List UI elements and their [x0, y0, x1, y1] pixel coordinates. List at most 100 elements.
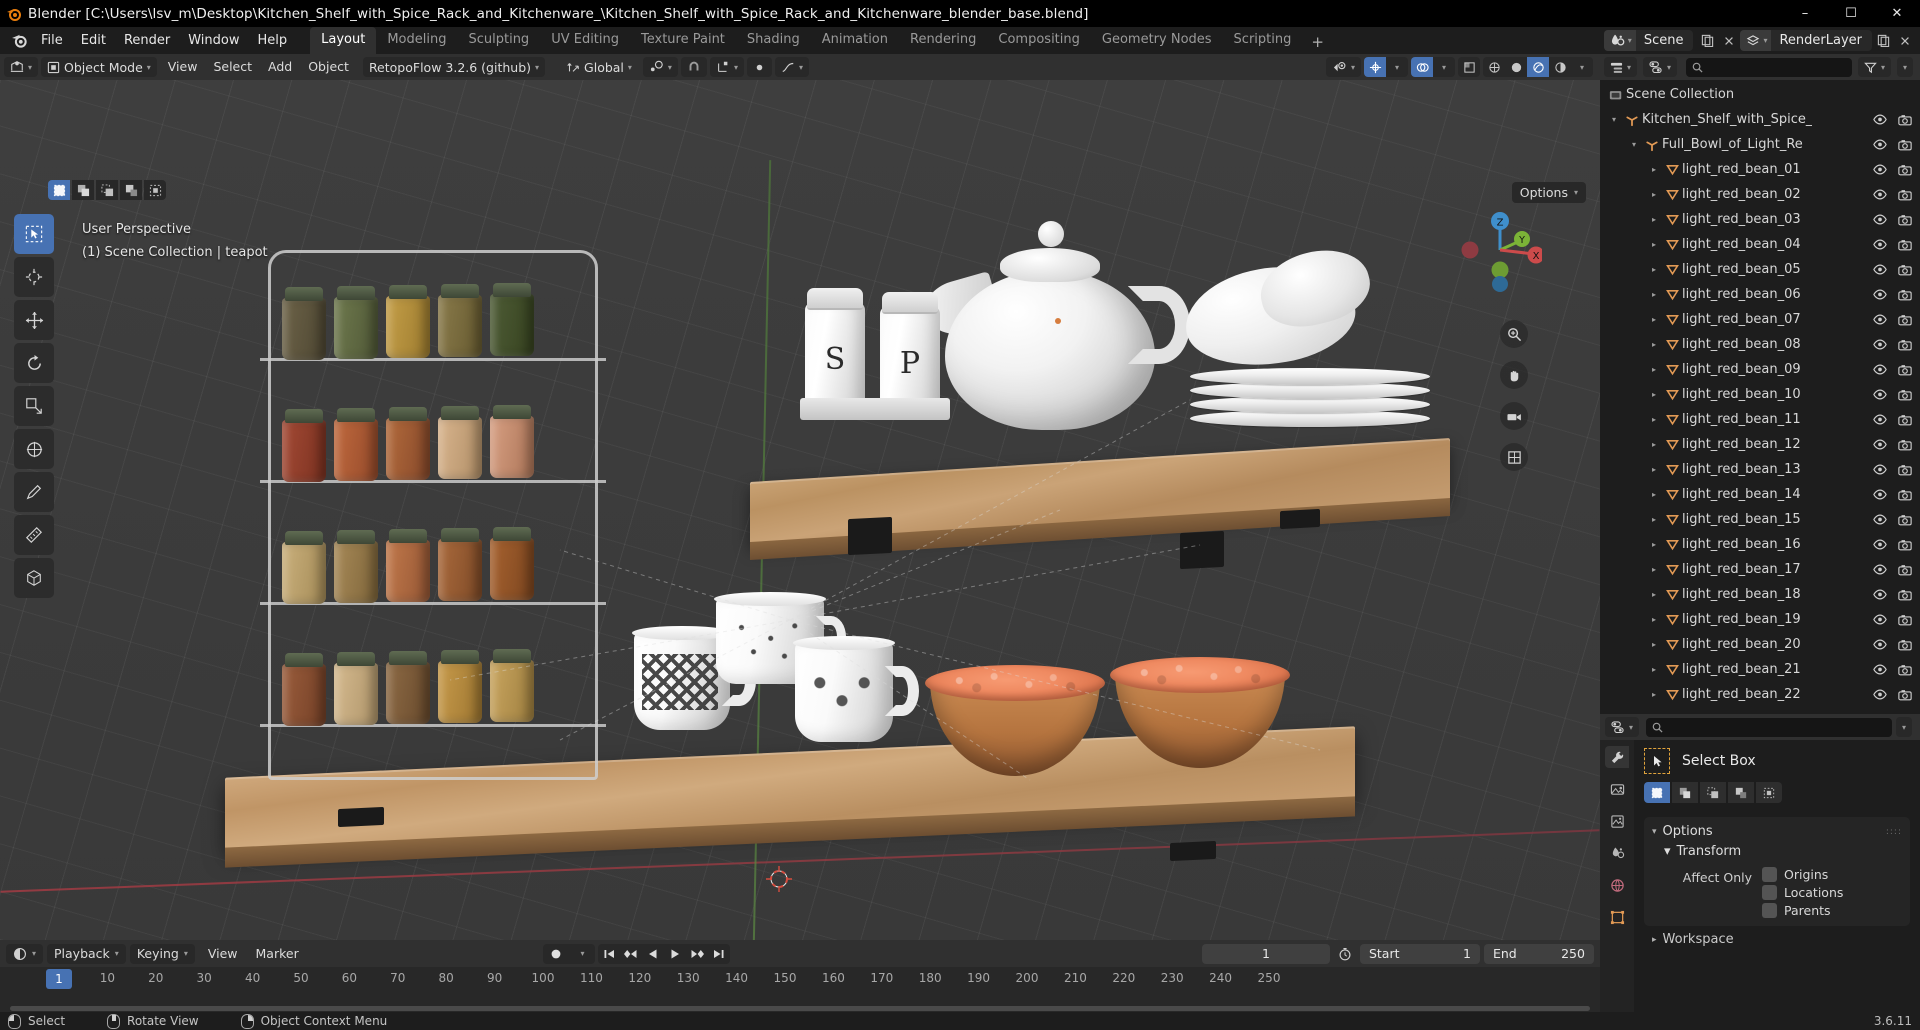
- viewport-menu-view[interactable]: View: [160, 57, 206, 77]
- outliner-row[interactable]: ▸ light_red_bean_04: [1600, 232, 1920, 257]
- expand-toggle-icon[interactable]: ▸: [1646, 340, 1662, 349]
- disable-render-icon[interactable]: [1898, 464, 1912, 476]
- disable-render-icon[interactable]: [1898, 339, 1912, 351]
- expand-toggle-icon[interactable]: ▸: [1646, 390, 1662, 399]
- hide-viewport-icon[interactable]: [1873, 339, 1887, 350]
- delete-scene-icon[interactable]: [1718, 30, 1740, 51]
- hide-viewport-icon[interactable]: [1873, 314, 1887, 325]
- expand-toggle-icon[interactable]: ▸: [1646, 440, 1662, 449]
- select-extend-mode-button[interactable]: [72, 180, 94, 200]
- outliner-tree[interactable]: Scene Collection ▾ Kitchen_Shelf_with_Spic…: [1600, 80, 1920, 714]
- outliner-row[interactable]: ▸ light_red_bean_13: [1600, 457, 1920, 482]
- proportional-editing-toggle[interactable]: [746, 57, 772, 77]
- tab-modeling[interactable]: Modeling: [376, 27, 457, 54]
- scene-selector[interactable]: ▾ Scene: [1603, 30, 1694, 51]
- outliner-editor-type-button[interactable]: ▾: [1604, 57, 1638, 77]
- hide-viewport-icon[interactable]: [1873, 164, 1887, 175]
- minimize-button[interactable]: –: [1782, 0, 1828, 27]
- workspace-panel-header[interactable]: ▸ Workspace: [1644, 926, 1910, 947]
- tool-tab[interactable]: [1605, 746, 1629, 768]
- prev-keyframe-button[interactable]: [620, 944, 642, 964]
- hide-viewport-icon[interactable]: [1873, 464, 1887, 475]
- locations-checkbox-row[interactable]: Locations: [1762, 885, 1843, 900]
- maximize-button[interactable]: ☐: [1828, 0, 1874, 27]
- select-invert-mode-button[interactable]: [120, 180, 142, 200]
- add-workspace-button[interactable]: +: [1302, 30, 1333, 54]
- output-tab[interactable]: [1605, 810, 1629, 832]
- new-scene-icon[interactable]: [1696, 30, 1718, 51]
- proportional-falloff-selector[interactable]: ▾: [774, 57, 809, 77]
- select-mode-set[interactable]: [1644, 782, 1670, 803]
- tab-uv-editing[interactable]: UV Editing: [540, 27, 630, 54]
- measure-tool[interactable]: [14, 515, 54, 555]
- next-keyframe-button[interactable]: [686, 944, 708, 964]
- select-subtract-mode-button[interactable]: [96, 180, 118, 200]
- expand-toggle-icon[interactable]: ▸: [1646, 240, 1662, 249]
- menu-edit[interactable]: Edit: [72, 30, 115, 52]
- delete-view-layer-icon[interactable]: [1894, 30, 1916, 51]
- parents-checkbox[interactable]: [1762, 903, 1777, 918]
- zoom-icon[interactable]: [1500, 320, 1528, 348]
- stopwatch-icon[interactable]: [1334, 943, 1356, 964]
- show-overlays-toggle[interactable]: [1411, 57, 1433, 77]
- timeline-menu-marker[interactable]: Marker: [247, 944, 308, 964]
- expand-toggle-icon[interactable]: ▸: [1646, 665, 1662, 674]
- locations-checkbox[interactable]: [1762, 885, 1777, 900]
- select-mode-extend[interactable]: [1672, 782, 1698, 803]
- scale-tool[interactable]: [14, 386, 54, 426]
- disable-render-icon[interactable]: [1898, 139, 1912, 151]
- object-tab[interactable]: [1605, 906, 1629, 928]
- select-mode-subtract[interactable]: [1700, 782, 1726, 803]
- origins-checkbox-row[interactable]: Origins: [1762, 867, 1843, 882]
- navigation-gizmo[interactable]: Z Y X: [1458, 208, 1542, 292]
- expand-toggle-icon[interactable]: ▸: [1646, 540, 1662, 549]
- pivot-point-selector[interactable]: ▾: [642, 57, 678, 77]
- hide-viewport-icon[interactable]: [1873, 389, 1887, 400]
- current-frame-field[interactable]: 1: [1201, 943, 1330, 964]
- camera-view-icon[interactable]: [1500, 402, 1528, 430]
- disable-render-icon[interactable]: [1898, 264, 1912, 276]
- outliner-row[interactable]: ▾ Kitchen_Shelf_with_Spice_: [1600, 107, 1920, 132]
- disable-render-icon[interactable]: [1898, 314, 1912, 326]
- expand-toggle-icon[interactable]: ▸: [1646, 565, 1662, 574]
- hide-viewport-icon[interactable]: [1873, 439, 1887, 450]
- expand-toggle-icon[interactable]: ▸: [1646, 315, 1662, 324]
- interaction-mode-selector[interactable]: Object Mode ▾: [41, 57, 157, 77]
- disable-render-icon[interactable]: [1898, 664, 1912, 676]
- outliner-row[interactable]: ▸ light_red_bean_01: [1600, 157, 1920, 182]
- outliner-row[interactable]: ▸ light_red_bean_09: [1600, 357, 1920, 382]
- hide-viewport-icon[interactable]: [1873, 139, 1887, 150]
- snap-settings[interactable]: ▾: [709, 57, 744, 77]
- outliner-filter-dropdown[interactable]: ▾: [1896, 57, 1913, 77]
- disable-render-icon[interactable]: [1898, 439, 1912, 451]
- pan-hand-icon[interactable]: [1500, 361, 1528, 389]
- outliner-row[interactable]: Scene Collection: [1600, 82, 1920, 107]
- new-view-layer-icon[interactable]: [1872, 30, 1894, 51]
- hide-viewport-icon[interactable]: [1873, 214, 1887, 225]
- playhead[interactable]: 1: [46, 969, 72, 989]
- select-mode-invert[interactable]: [1728, 782, 1754, 803]
- disable-render-icon[interactable]: [1898, 514, 1912, 526]
- properties-editor-type-button[interactable]: ▾: [1605, 717, 1640, 737]
- expand-toggle-icon[interactable]: ▸: [1646, 290, 1662, 299]
- disable-render-icon[interactable]: [1898, 364, 1912, 376]
- world-tab[interactable]: [1605, 874, 1629, 896]
- outliner-row[interactable]: ▸ light_red_bean_12: [1600, 432, 1920, 457]
- close-button[interactable]: ✕: [1874, 0, 1920, 27]
- play-button[interactable]: [664, 944, 686, 964]
- timeline-menu-view[interactable]: View: [199, 944, 247, 964]
- outliner-row[interactable]: ▸ light_red_bean_21: [1600, 657, 1920, 682]
- hide-viewport-icon[interactable]: [1873, 664, 1887, 675]
- hide-viewport-icon[interactable]: [1873, 539, 1887, 550]
- view-layer-selector[interactable]: ▾ RenderLayer: [1740, 30, 1872, 51]
- jump-to-start-button[interactable]: [598, 944, 620, 964]
- viewport-menu-select[interactable]: Select: [205, 57, 260, 77]
- hide-viewport-icon[interactable]: [1873, 114, 1887, 125]
- retopoflow-menu[interactable]: RetopoFlow 3.2.6 (github) ▾: [362, 57, 546, 77]
- expand-toggle-icon[interactable]: ▸: [1646, 615, 1662, 624]
- timeline-ruler[interactable]: 1 10 20 30 40 50 60 70 80 90 100 110 120 130 140 150 16…: [0, 967, 1600, 993]
- cursor-tool[interactable]: [14, 257, 54, 297]
- tab-animation[interactable]: Animation: [811, 27, 899, 54]
- outliner-row[interactable]: ▸ light_red_bean_20: [1600, 632, 1920, 657]
- expand-toggle-icon[interactable]: ▸: [1646, 190, 1662, 199]
